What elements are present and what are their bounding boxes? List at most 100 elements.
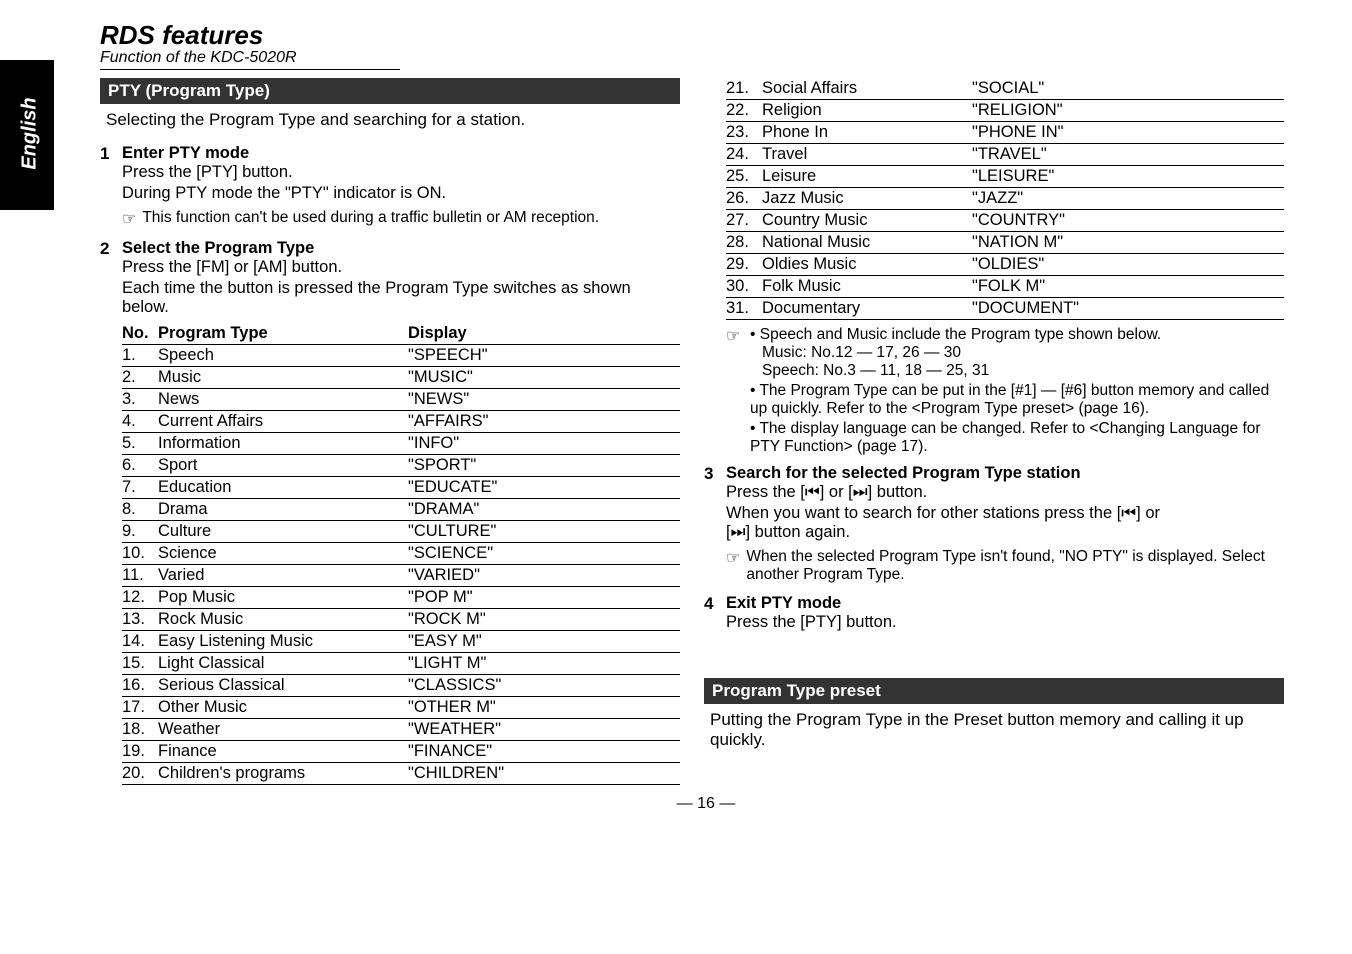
cell-no: 31.	[726, 298, 762, 320]
step-press: Press the [⏮] or [⏭] button.	[726, 483, 1284, 502]
table-row: 31.Documentary"DOCUMENT"	[726, 298, 1284, 320]
table-row: 4.Current Affairs"AFFAIRS"	[122, 411, 680, 433]
table-row: 14.Easy Listening Music"EASY M"	[122, 631, 680, 653]
cell-program-type: Easy Listening Music	[158, 631, 408, 653]
cell-display: "NEWS"	[408, 389, 680, 411]
cell-display: "SOCIAL"	[972, 78, 1284, 100]
table-row: 21.Social Affairs"SOCIAL"	[726, 78, 1284, 100]
press-mid: ] or [	[820, 483, 853, 501]
cell-display: "FOLK M"	[972, 276, 1284, 298]
cell-display: "OLDIES"	[972, 254, 1284, 276]
page-title: RDS features	[100, 20, 1312, 51]
th-display: Display	[408, 323, 680, 345]
cell-no: 29.	[726, 254, 762, 276]
bullet-inner: The display language can be changed. Ref…	[750, 420, 1261, 455]
step-body: Search for the selected Program Type sta…	[726, 464, 1284, 542]
cell-display: "PHONE IN"	[972, 122, 1284, 144]
cell-no: 24.	[726, 144, 762, 166]
table-row: 13.Rock Music"ROCK M"	[122, 609, 680, 631]
cell-no: 11.	[122, 565, 158, 587]
program-type-table-left: No. Program Type Display 1.Speech"SPEECH…	[122, 323, 680, 785]
cell-no: 16.	[122, 675, 158, 697]
step-note: During PTY mode the "PTY" indicator is O…	[122, 184, 680, 203]
table-row: 8.Drama"DRAMA"	[122, 499, 680, 521]
cell-display: "SPEECH"	[408, 345, 680, 367]
cell-no: 9.	[122, 521, 158, 543]
manual-page: English RDS features Function of the KDC…	[0, 0, 1352, 954]
table-row: 26.Jazz Music"JAZZ"	[726, 188, 1284, 210]
cell-program-type: National Music	[762, 232, 972, 254]
note-row: • The Program Type can be put in the [#1…	[726, 382, 1284, 418]
cell-display: "EASY M"	[408, 631, 680, 653]
cell-no: 22.	[726, 100, 762, 122]
step-3: 3 Search for the selected Program Type s…	[704, 464, 1284, 542]
table-row: 10.Science"SCIENCE"	[122, 543, 680, 565]
skip-next-icon: ⏭	[731, 523, 746, 541]
language-tab: English	[0, 60, 54, 210]
table-row: 2.Music"MUSIC"	[122, 367, 680, 389]
cell-program-type: Jazz Music	[762, 188, 972, 210]
cell-no: 7.	[122, 477, 158, 499]
step-note: When you want to search for other statio…	[726, 504, 1284, 542]
step-4: 4 Exit PTY mode Press the [PTY] button.	[704, 594, 1284, 632]
cell-program-type: Social Affairs	[762, 78, 972, 100]
cell-no: 19.	[122, 741, 158, 763]
cell-program-type: Information	[158, 433, 408, 455]
step-press: Press the [FM] or [AM] button.	[122, 258, 680, 277]
cell-display: "AFFAIRS"	[408, 411, 680, 433]
section-header-pty: PTY (Program Type)	[100, 78, 680, 104]
cell-program-type: Travel	[762, 144, 972, 166]
cell-display: "CHILDREN"	[408, 763, 680, 785]
step-body: Exit PTY mode Press the [PTY] button.	[726, 594, 1284, 632]
table-row: 6.Sport"SPORT"	[122, 455, 680, 477]
skip-next-icon: ⏭	[853, 483, 868, 501]
page-content: RDS features Function of the KDC-5020R P…	[100, 20, 1312, 813]
table-row: 1.Speech"SPEECH"	[122, 345, 680, 367]
cell-program-type: News	[158, 389, 408, 411]
cell-no: 26.	[726, 188, 762, 210]
table-row: 9.Culture"CULTURE"	[122, 521, 680, 543]
table-row: 16.Serious Classical"CLASSICS"	[122, 675, 680, 697]
cell-no: 14.	[122, 631, 158, 653]
table-row: 28.National Music"NATION M"	[726, 232, 1284, 254]
text: ] or	[1136, 504, 1160, 522]
cell-program-type: Speech	[158, 345, 408, 367]
table-body: 21.Social Affairs"SOCIAL"22.Religion"REL…	[726, 78, 1284, 320]
step-number: 4	[704, 594, 726, 632]
cell-program-type: Culture	[158, 521, 408, 543]
step-number: 2	[100, 239, 122, 317]
table-row: 19.Finance"FINANCE"	[122, 741, 680, 763]
section-lead: Selecting the Program Type and searching…	[106, 110, 680, 130]
step-body: Select the Program Type Press the [FM] o…	[122, 239, 680, 317]
cell-program-type: Finance	[158, 741, 408, 763]
cell-program-type: Religion	[762, 100, 972, 122]
table-row: 15.Light Classical"LIGHT M"	[122, 653, 680, 675]
bullet-sub: Music: No.12 — 17, 26 — 30	[762, 344, 961, 362]
cell-display: "OTHER M"	[408, 697, 680, 719]
cell-no: 15.	[122, 653, 158, 675]
cell-no: 25.	[726, 166, 762, 188]
cell-program-type: Sport	[158, 455, 408, 477]
cell-program-type: Rock Music	[158, 609, 408, 631]
table-row: 22.Religion"RELIGION"	[726, 100, 1284, 122]
cell-program-type: Light Classical	[158, 653, 408, 675]
cell-program-type: Varied	[158, 565, 408, 587]
section-header-preset: Program Type preset	[704, 678, 1284, 704]
cell-program-type: Serious Classical	[158, 675, 408, 697]
press-post: ] button.	[868, 483, 928, 501]
cell-display: "CLASSICS"	[408, 675, 680, 697]
bullet-text: • Speech and Music include the Program t…	[750, 326, 1161, 343]
cell-no: 30.	[726, 276, 762, 298]
cell-display: "NATION M"	[972, 232, 1284, 254]
cell-program-type: Folk Music	[762, 276, 972, 298]
cell-display: "INFO"	[408, 433, 680, 455]
cell-no: 13.	[122, 609, 158, 631]
step-2: 2 Select the Program Type Press the [FM]…	[100, 239, 680, 317]
cell-program-type: Oldies Music	[762, 254, 972, 276]
cell-program-type: Drama	[158, 499, 408, 521]
table-header-row: No. Program Type Display	[122, 323, 680, 345]
cell-display: "DOCUMENT"	[972, 298, 1284, 320]
cell-display: "RELIGION"	[972, 100, 1284, 122]
step-press: Press the [PTY] button.	[122, 163, 680, 182]
cell-program-type: Country Music	[762, 210, 972, 232]
